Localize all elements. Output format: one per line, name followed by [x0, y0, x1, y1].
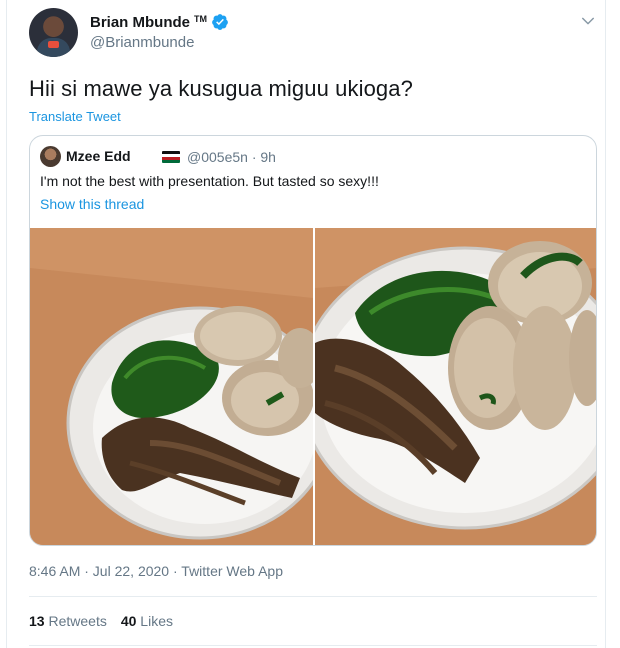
divider-bottom — [29, 645, 597, 646]
food-photo-left[interactable] — [30, 228, 313, 545]
retweets-label: Retweets — [48, 613, 107, 629]
divider — [29, 596, 597, 597]
author-handle[interactable]: @Brianmbunde — [90, 34, 194, 51]
quoted-media — [30, 228, 596, 545]
tweet-timestamp[interactable]: 8:46 AM · Jul 22, 2020 — [29, 563, 169, 579]
quoted-tweet-text: I'm not the best with presentation. But … — [40, 173, 379, 189]
food-photo-right[interactable] — [315, 228, 596, 545]
tweet-source[interactable]: Twitter Web App — [181, 563, 283, 579]
retweets-stat[interactable]: 13 Retweets — [29, 613, 107, 629]
kenya-flag-icon — [162, 151, 180, 163]
quoted-author-name: Mzee Edd — [66, 148, 131, 164]
author-tm-mark: TM — [194, 14, 207, 24]
meta-separator: · — [169, 563, 182, 579]
author-name-row: Brian Mbunde TM — [90, 13, 229, 31]
tweet-card: Brian Mbunde TM @Brianmbunde Hii si mawe… — [6, 0, 606, 648]
tweet-text: Hii si mawe ya kusugua miguu ukioga? — [29, 76, 413, 101]
quoted-handle-time: @005e5n · 9h — [187, 149, 276, 165]
quoted-author-avatar — [40, 146, 61, 167]
likes-count: 40 — [120, 613, 137, 629]
tweet-meta-row: 8:46 AM · Jul 22, 2020 · Twitter Web App — [29, 563, 283, 579]
verified-badge-icon — [212, 14, 228, 30]
chevron-down-icon[interactable] — [579, 12, 597, 30]
author-avatar[interactable] — [29, 8, 78, 57]
translate-tweet-link[interactable]: Translate Tweet — [29, 109, 121, 124]
likes-label: Likes — [140, 613, 173, 629]
show-thread-link[interactable]: Show this thread — [40, 196, 144, 212]
retweets-count: 13 — [29, 613, 45, 629]
tweet-stats: 13 Retweets 40 Likes — [29, 613, 173, 629]
quoted-tweet[interactable]: Mzee Edd @005e5n · 9h I'm not the best w… — [29, 135, 597, 546]
author-name[interactable]: Brian Mbunde — [90, 14, 190, 31]
likes-stat[interactable]: 40 Likes — [121, 613, 173, 629]
